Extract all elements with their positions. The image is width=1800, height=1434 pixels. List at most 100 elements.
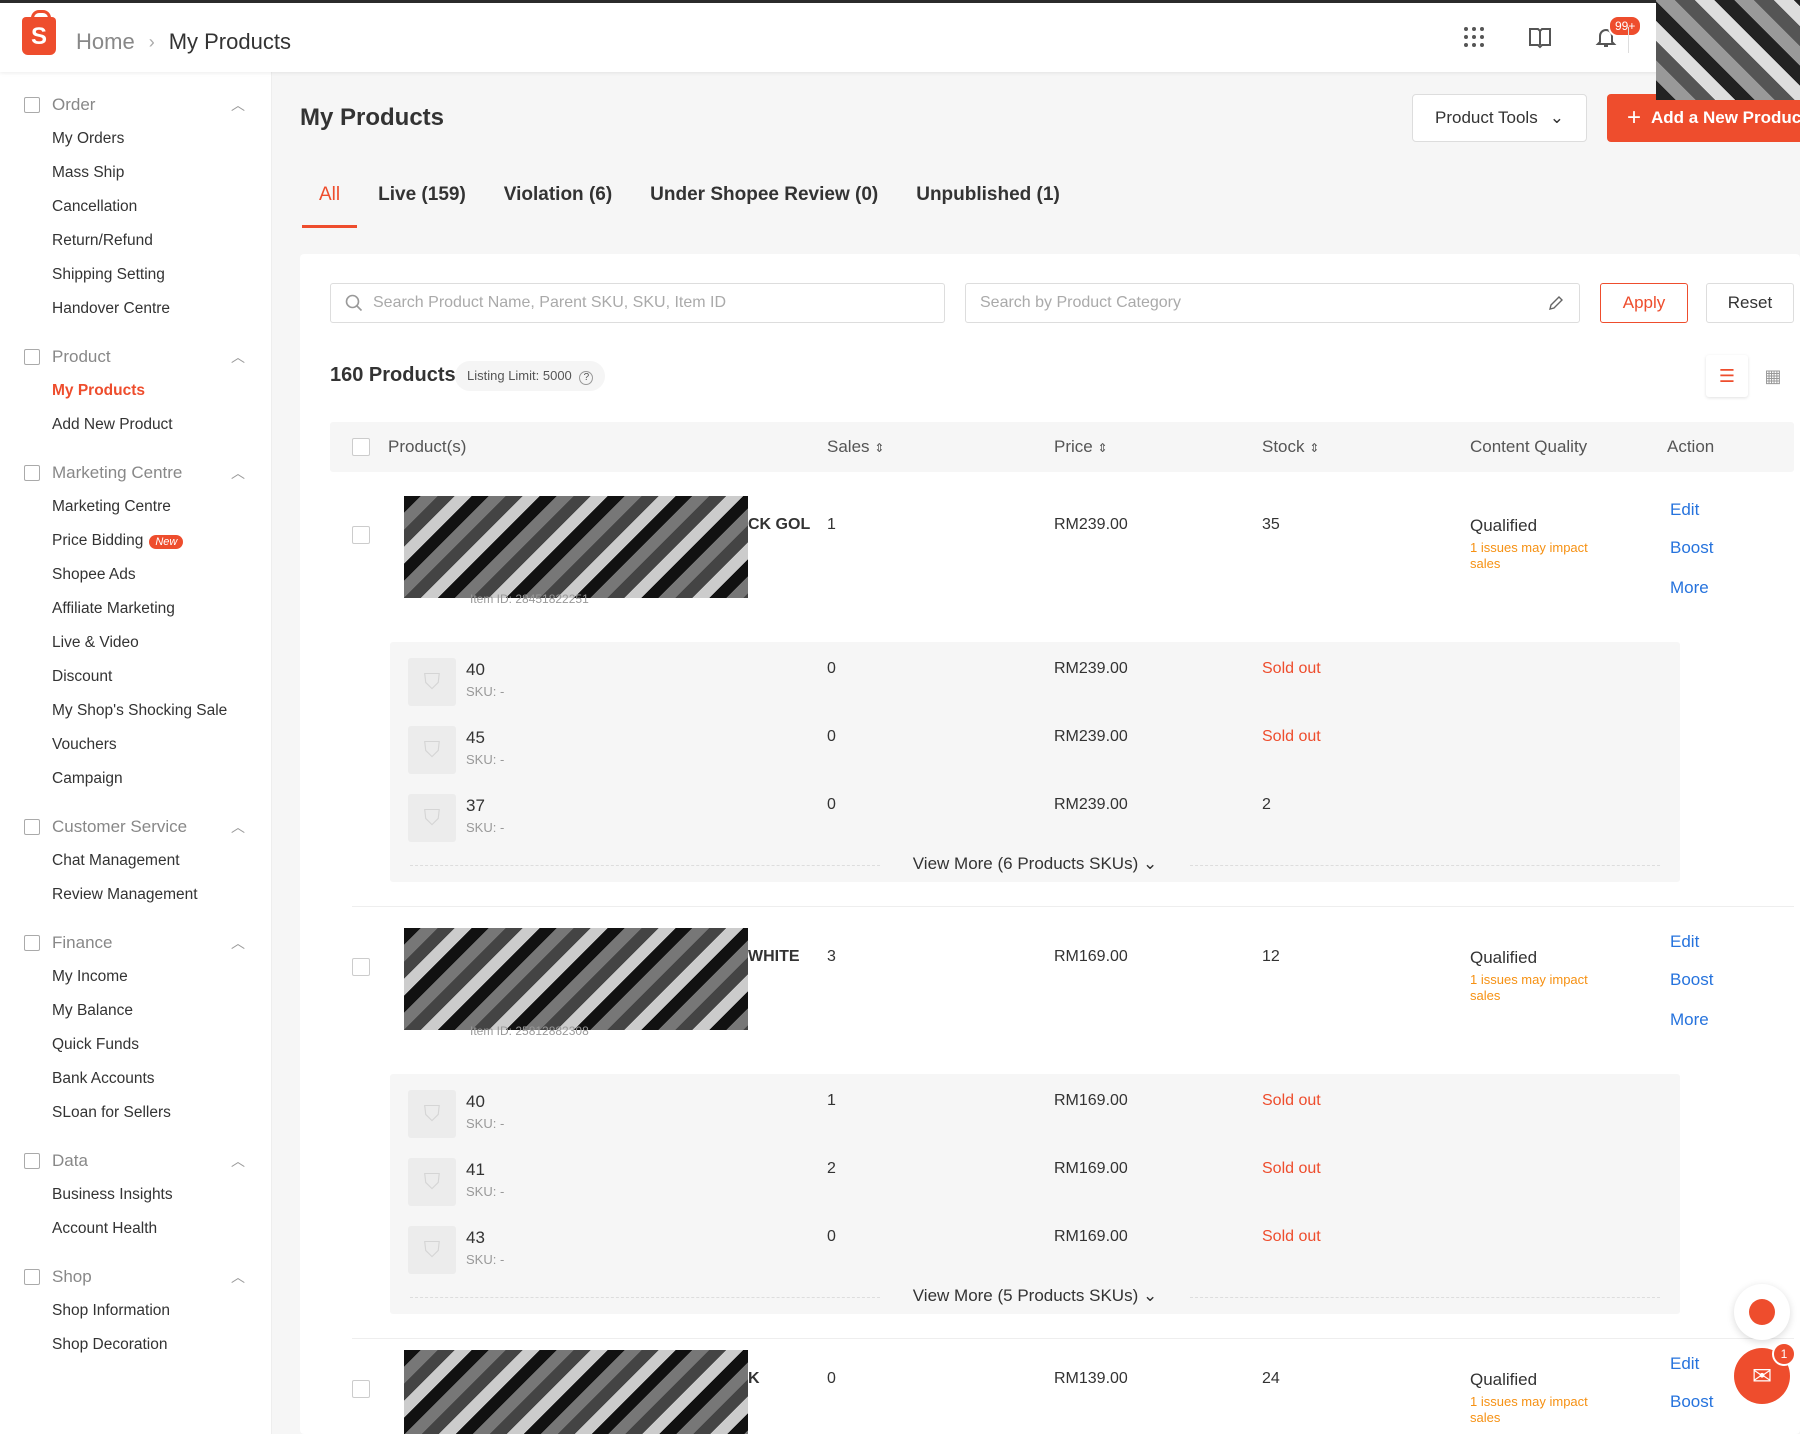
product-checkbox[interactable] [352,958,370,976]
category-input[interactable] [980,294,1547,312]
boost-link[interactable]: Boost [1670,1392,1713,1412]
sidebar-item-label: SLoan for Sellers [52,1104,171,1121]
product-checkbox[interactable] [352,526,370,544]
sidebar-section-header[interactable]: Order ︿ [24,88,271,122]
sidebar-item[interactable]: Mass Ship [24,156,271,190]
sidebar-item[interactable]: Shop Information [24,1294,271,1328]
header-stock[interactable]: Stock ⇕ [1262,437,1319,457]
product-thumbnail[interactable] [404,1350,748,1434]
content-quality: Qualified [1470,516,1538,535]
chevron-up-icon: ︿ [231,1269,245,1285]
sidebar-section-header[interactable]: Finance ︿ [24,926,271,960]
sidebar-item[interactable]: Add New Product [24,408,271,442]
edit-link[interactable]: Edit [1670,1354,1699,1374]
product-name[interactable]: WHITE [748,948,800,966]
quality-issue-link[interactable]: 1 issues may impact sales [1470,972,1620,1004]
header-price[interactable]: Price ⇕ [1054,437,1108,457]
edit-pencil-icon[interactable] [1547,294,1565,312]
sidebar-item[interactable]: My Shop's Shocking Sale [24,694,271,728]
sidebar-item-label: Bank Accounts [52,1070,155,1087]
product-count: 160 Products [330,364,456,386]
reset-button[interactable]: Reset [1706,283,1794,323]
sidebar-item[interactable]: Live & Video [24,626,271,660]
product-search-field[interactable] [330,283,945,323]
more-link[interactable]: More [1670,1010,1709,1030]
quality-issue-link[interactable]: 1 issues may impact sales [1470,540,1620,572]
product-checkbox[interactable] [352,1380,370,1398]
breadcrumb-home[interactable]: Home [76,29,135,55]
sidebar-item[interactable]: Shipping Setting [24,258,271,292]
sidebar-item[interactable]: Handover Centre [24,292,271,326]
sidebar-item[interactable]: Affiliate Marketing [24,592,271,626]
variation-name: 41 [466,1160,485,1179]
category-search-field[interactable] [965,283,1580,323]
sidebar-item[interactable]: My Balance [24,994,271,1028]
product-thumbnail[interactable] [404,496,748,598]
view-more-link[interactable]: View More (5 Products SKUs) ⌄ [390,1286,1680,1306]
grid-view-icon[interactable]: ▦ [1752,355,1794,397]
sidebar-item[interactable]: Business Insights [24,1178,271,1212]
chat-badge: 1 [1772,1342,1796,1366]
variation-price: RM169.00 [1054,1228,1128,1245]
boost-link[interactable]: Boost [1670,970,1713,990]
product-name[interactable]: CK GOL [748,516,810,534]
sidebar-section-header[interactable]: Customer Service ︿ [24,810,271,844]
shopee-logo-icon[interactable]: S [22,10,56,55]
book-icon[interactable] [1526,25,1554,53]
bell-icon[interactable]: 99+ [1592,15,1643,53]
product-tools-button[interactable]: Product Tools ⌄ [1412,94,1587,142]
placeholder-image-icon: ⛉ [408,1158,456,1206]
product-name[interactable]: K [748,1370,760,1388]
variation-sku: SKU: - [466,820,505,835]
tab-unpublished[interactable]: Unpublished (1) [897,170,1079,228]
sidebar-item[interactable]: Shopee Ads [24,558,271,592]
boost-link[interactable]: Boost [1670,538,1713,558]
sidebar-item[interactable]: My Orders [24,122,271,156]
header-sales[interactable]: Sales ⇕ [827,437,884,457]
apply-button[interactable]: Apply [1600,283,1688,323]
list-view-icon[interactable]: ☰ [1706,355,1748,397]
sidebar-item[interactable]: Campaign [24,762,271,796]
sidebar-item[interactable]: Bank Accounts [24,1062,271,1096]
sidebar-section-header[interactable]: Marketing Centre ︿ [24,456,271,490]
sidebar-item[interactable]: Marketing Centre [24,490,271,524]
view-more-link[interactable]: View More (6 Products SKUs) ⌄ [390,854,1680,874]
sidebar-item[interactable]: Chat Management [24,844,271,878]
sidebar-item[interactable]: My Products [24,374,271,408]
tab-all[interactable]: All [300,170,359,228]
select-all-checkbox[interactable] [352,438,370,456]
divider [352,906,1794,907]
header-content-quality: Content Quality [1470,437,1588,456]
sidebar-item[interactable]: Cancellation [24,190,271,224]
edit-link[interactable]: Edit [1670,932,1699,952]
sidebar-item[interactable]: Review Management [24,878,271,912]
tab-live[interactable]: Live (159) [359,170,485,228]
sidebar-item[interactable]: Price Bidding New [24,524,271,558]
quality-issue-link[interactable]: 1 issues may impact sales [1470,1394,1620,1426]
sidebar-section-header[interactable]: Shop ︿ [24,1260,271,1294]
sidebar-item[interactable]: Vouchers [24,728,271,762]
assistant-button[interactable] [1734,1284,1790,1340]
product-thumbnail[interactable] [404,928,748,1030]
sidebar-item[interactable]: SLoan for Sellers [24,1096,271,1130]
help-circle-icon[interactable]: ? [579,371,594,385]
edit-link[interactable]: Edit [1670,500,1699,520]
sidebar-section-header[interactable]: Product ︿ [24,340,271,374]
more-link[interactable]: More [1670,578,1709,598]
search-input[interactable] [373,294,944,312]
chat-button[interactable]: ✉ 1 [1734,1342,1796,1404]
apps-grid-icon[interactable] [1460,25,1488,53]
add-new-product-button[interactable]: + Add a New Product [1607,94,1800,142]
avatar[interactable] [1656,0,1800,100]
sidebar-section-header[interactable]: Data ︿ [24,1144,271,1178]
sidebar-item[interactable]: Shop Decoration [24,1328,271,1362]
sidebar-item[interactable]: Account Health [24,1212,271,1246]
sidebar-item[interactable]: Quick Funds [24,1028,271,1062]
sidebar-item[interactable]: My Income [24,960,271,994]
chevron-up-icon: ︿ [231,935,245,951]
sidebar-item[interactable]: Return/Refund [24,224,271,258]
tab-violation[interactable]: Violation (6) [485,170,631,228]
sidebar-item[interactable]: Discount [24,660,271,694]
tab-under-review[interactable]: Under Shopee Review (0) [631,170,897,228]
sidebar-section: Data ︿ Business Insights Account Health [0,1144,271,1246]
